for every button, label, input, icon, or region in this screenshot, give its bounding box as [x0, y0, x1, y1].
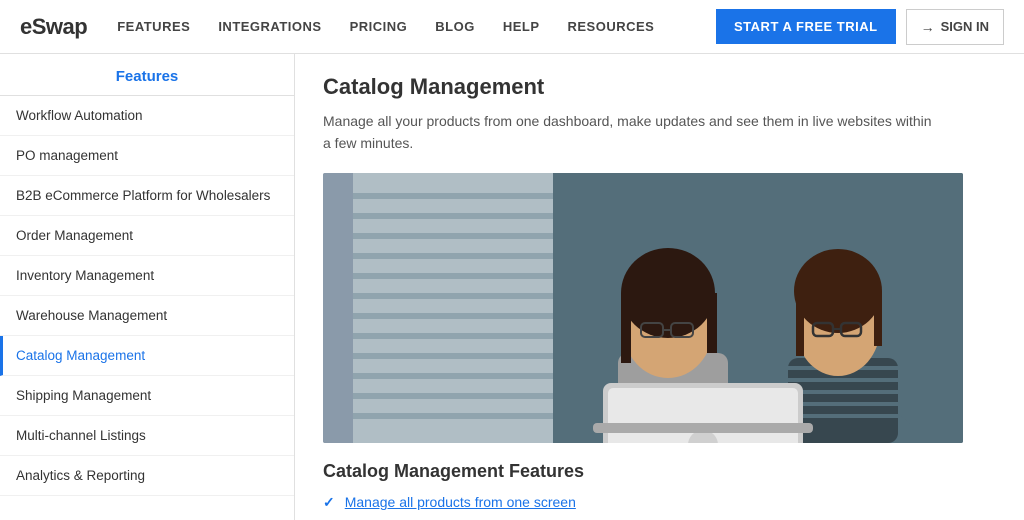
- features-title: Catalog Management Features: [323, 461, 996, 482]
- main-layout: Features Workflow Automation PO manageme…: [0, 54, 1024, 520]
- sidebar-item-inventory-management[interactable]: Inventory Management: [0, 256, 294, 296]
- nav-resources[interactable]: RESOURCES: [567, 19, 654, 34]
- sidebar-item-order-management[interactable]: Order Management: [0, 216, 294, 256]
- feature-link-0[interactable]: Manage all products from one screen: [345, 494, 576, 510]
- nav-features[interactable]: FEATURES: [117, 19, 190, 34]
- content-image: [323, 173, 963, 443]
- sidebar-item-catalog-management[interactable]: Catalog Management: [0, 336, 294, 376]
- content-area: Catalog Management Manage all your produ…: [295, 54, 1024, 520]
- sidebar-item-multichannel-listings[interactable]: Multi-channel Listings: [0, 416, 294, 456]
- signin-icon: →: [921, 19, 935, 35]
- sidebar-item-po-management[interactable]: PO management: [0, 136, 294, 176]
- sidebar-item-analytics-reporting[interactable]: Analytics & Reporting: [0, 456, 294, 496]
- start-trial-button[interactable]: START A FREE TRIAL: [716, 9, 896, 44]
- nav-help[interactable]: HELP: [503, 19, 540, 34]
- signin-label: SIGN IN: [941, 19, 989, 34]
- nav-integrations[interactable]: INTEGRATIONS: [218, 19, 321, 34]
- sign-in-button[interactable]: → SIGN IN: [906, 9, 1004, 45]
- nav-blog[interactable]: BLOG: [435, 19, 475, 34]
- sidebar-heading: Features: [0, 54, 294, 96]
- page-description: Manage all your products from one dashbo…: [323, 110, 943, 155]
- page-title: Catalog Management: [323, 74, 996, 100]
- nav-pricing[interactable]: PRICING: [350, 19, 408, 34]
- feature-item-0: ✓ Manage all products from one screen: [323, 494, 996, 511]
- nav: FEATURES INTEGRATIONS PRICING BLOG HELP …: [117, 19, 716, 34]
- logo-text: eSwap: [20, 14, 87, 39]
- sidebar: Features Workflow Automation PO manageme…: [0, 54, 295, 520]
- checkmark-icon: ✓: [323, 494, 335, 511]
- sidebar-item-shipping-management[interactable]: Shipping Management: [0, 376, 294, 416]
- sidebar-item-b2b-ecommerce[interactable]: B2B eCommerce Platform for Wholesalers: [0, 176, 294, 216]
- sidebar-item-workflow-automation[interactable]: Workflow Automation: [0, 96, 294, 136]
- sidebar-item-warehouse-management[interactable]: Warehouse Management: [0, 296, 294, 336]
- logo[interactable]: eSwap: [20, 14, 87, 40]
- header-actions: START A FREE TRIAL → SIGN IN: [716, 9, 1004, 45]
- header: eSwap FEATURES INTEGRATIONS PRICING BLOG…: [0, 0, 1024, 54]
